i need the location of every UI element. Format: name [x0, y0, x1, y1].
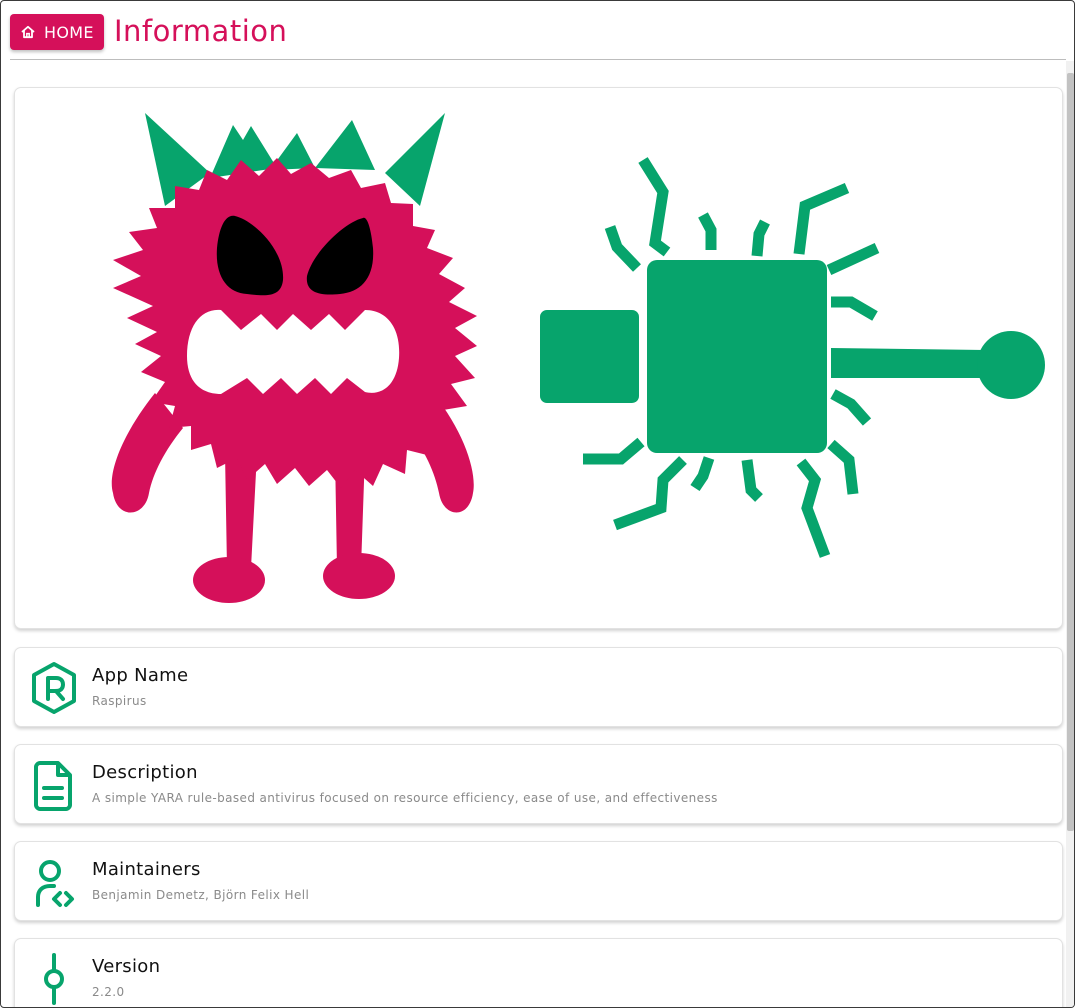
header: HOME Information: [1, 1, 1074, 59]
info-card-version: Version 2.2.0: [14, 938, 1063, 1007]
app-logo-r-icon: [32, 662, 76, 714]
home-icon: [21, 25, 35, 39]
virus-monster-illustration: [111, 113, 477, 603]
home-button[interactable]: HOME: [10, 14, 104, 50]
info-card-value: Raspirus: [92, 694, 147, 708]
hero-illustration: [111, 113, 1045, 603]
info-card-value: Benjamin Demetz, Björn Felix Hell: [92, 888, 310, 902]
home-button-label: HOME: [44, 22, 94, 42]
info-card-title: Description: [92, 762, 198, 783]
page-title: Information: [114, 14, 288, 48]
version-commit-icon: [44, 953, 64, 1005]
info-card-title: App Name: [92, 665, 189, 686]
header-divider: [10, 59, 1066, 60]
info-card-title: Maintainers: [92, 859, 201, 880]
info-card-description: Description A simple YARA rule-based ant…: [14, 744, 1063, 824]
user-code-icon: [36, 860, 74, 907]
document-icon: [34, 761, 72, 811]
info-card-value: A simple YARA rule-based antivirus focus…: [92, 791, 718, 805]
info-card-maintainers: Maintainers Benjamin Demetz, Björn Felix…: [14, 841, 1063, 921]
info-card-value: 2.2.0: [92, 985, 125, 999]
info-card-app-name: App Name Raspirus: [14, 647, 1063, 727]
info-card-title: Version: [92, 956, 161, 977]
usb-chip-illustration: [540, 260, 1045, 453]
hero-illustration-card: [14, 87, 1063, 629]
app-window: HOME Information App Name Raspirus Descr…: [0, 0, 1075, 1008]
scrollbar-thumb[interactable]: [1067, 73, 1074, 831]
